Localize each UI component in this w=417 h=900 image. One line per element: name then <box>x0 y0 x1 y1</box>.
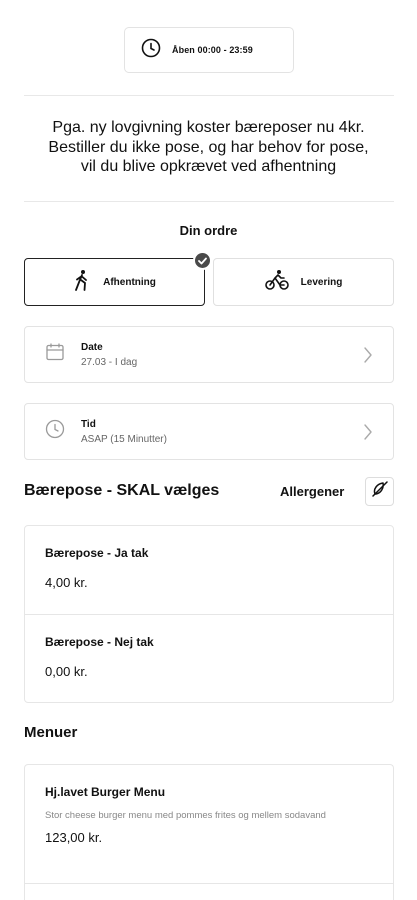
chevron-right-icon <box>363 346 373 369</box>
notice-line: Pga. ny lovgivning koster bæreposer nu 4… <box>52 119 365 136</box>
notice-line: Bestiller du ikke pose, og har behov for… <box>48 138 369 156</box>
bag-option-price: 0,00 kr. <box>45 664 88 679</box>
bag-option-yes[interactable]: Bærepose - Ja tak 4,00 kr. <box>25 526 393 614</box>
bag-option-no[interactable]: Bærepose - Nej tak 0,00 kr. <box>25 614 393 702</box>
pickup-option[interactable]: Afhentning <box>24 258 205 306</box>
allergen-label[interactable]: Allergener <box>280 484 344 499</box>
opening-hours-label: Åben 00:00 - 23:59 <box>172 45 253 55</box>
calendar-icon <box>45 342 65 367</box>
bag-option-name: Bærepose - Ja tak <box>45 546 149 560</box>
bag-option-price: 4,00 kr. <box>45 575 88 590</box>
no-allergen-icon <box>370 479 390 504</box>
menu-item-name: Hj.lavet Burger Menu <box>45 785 166 799</box>
bag-notice: Pga. ny lovgivning koster bæreposer nu 4… <box>20 118 397 177</box>
bag-section-title: Bærepose - SKAL vælges <box>24 482 220 499</box>
opening-hours-badge: Åben 00:00 - 23:59 <box>124 27 294 73</box>
bag-options-card: Bærepose - Ja tak 4,00 kr. Bærepose - Ne… <box>24 525 394 703</box>
delivery-label: Levering <box>300 276 343 288</box>
time-picker[interactable]: Tid ASAP (15 Minutter) <box>24 403 394 460</box>
menus-section-title: Menuer <box>24 724 78 741</box>
menu-item[interactable]: Hj.lavet Burger Menu Stor cheese burger … <box>25 765 393 883</box>
bag-option-name: Bærepose - Nej tak <box>45 635 154 649</box>
date-label: Date <box>81 341 103 353</box>
notice-line: vil du blive opkrævet ved afhentning <box>80 158 337 175</box>
allergen-button[interactable] <box>365 477 394 506</box>
time-label: Tid <box>81 418 96 430</box>
clock-icon <box>45 419 65 444</box>
time-value: ASAP (15 Minutter) <box>81 433 167 445</box>
date-value: 27.03 - I dag <box>81 356 138 368</box>
bicycle-icon <box>264 269 289 296</box>
menu-item-description: Stor cheese burger menu med pommes frite… <box>45 810 326 821</box>
divider <box>24 201 394 202</box>
menu-list-card: Hj.lavet Burger Menu Stor cheese burger … <box>24 764 394 900</box>
clock-icon <box>141 38 161 63</box>
chevron-right-icon <box>363 423 373 446</box>
order-title: Din ordre <box>179 223 238 238</box>
date-picker[interactable]: Date 27.03 - I dag <box>24 326 394 383</box>
list-item[interactable] <box>25 883 393 900</box>
divider <box>24 95 394 96</box>
pickup-label: Afhentning <box>103 276 156 288</box>
selected-check-icon <box>193 251 212 270</box>
menu-item-price: 123,00 kr. <box>45 830 103 845</box>
delivery-option[interactable]: Levering <box>213 258 394 306</box>
walking-person-icon <box>73 269 91 296</box>
